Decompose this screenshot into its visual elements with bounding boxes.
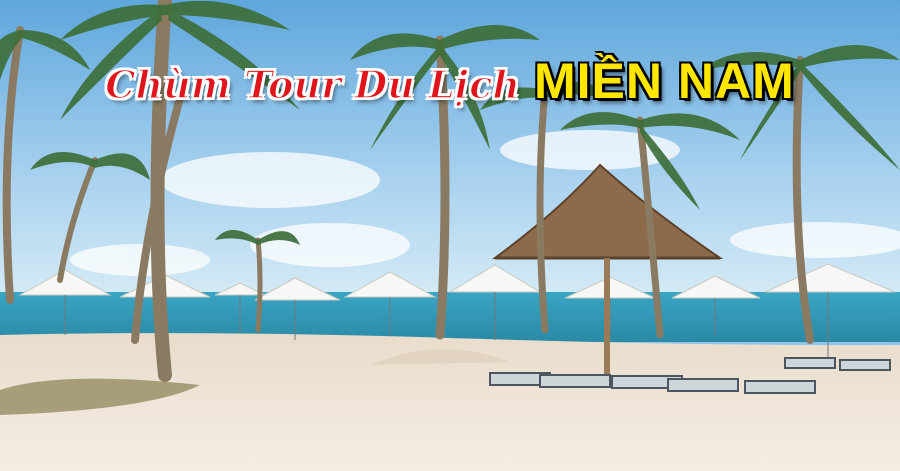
beach-banner: Chùm Tour Du Lịch MIỀN NAM bbox=[0, 0, 900, 471]
title-region-text: MIỀN NAM bbox=[534, 53, 795, 109]
title-script-text: Chùm Tour Du Lịch bbox=[104, 61, 521, 108]
banner-title: Chùm Tour Du Lịch MIỀN NAM bbox=[0, 52, 900, 122]
